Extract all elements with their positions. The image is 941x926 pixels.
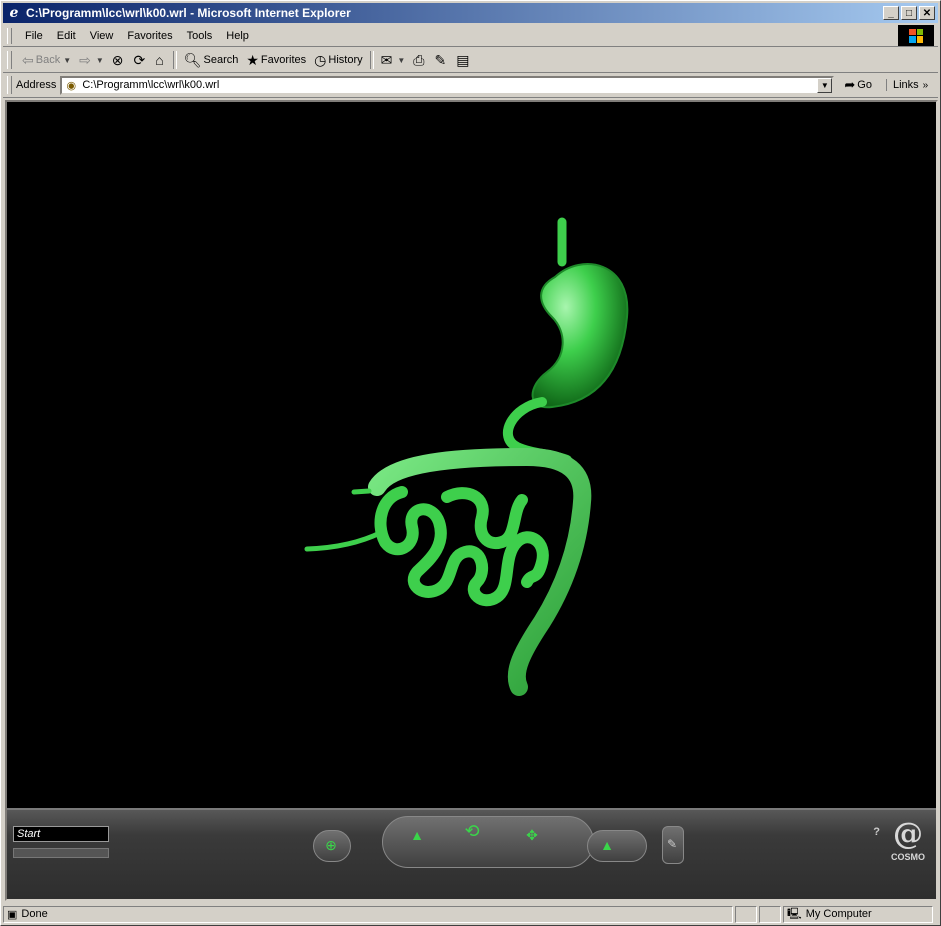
appendix-stub [351,488,372,495]
favorites-button[interactable]: ★ Favorites [242,49,310,71]
history-button[interactable]: ◷ History [310,49,366,71]
search-icon: 🔍︎ [183,51,202,68]
ie-icon: e [9,5,19,21]
minimize-button[interactable]: _ [883,6,899,20]
edit-icon: ✎ [434,51,447,68]
back-label: Back [35,54,61,66]
console-divider [7,808,936,810]
search-label: Search [203,54,239,66]
zoom-icon[interactable]: ▲ [397,822,437,848]
browser-window: e C:\Programm\lcc\wrl\k00.wrl - Microsof… [0,0,941,926]
toolbar-grip[interactable] [7,51,12,69]
pan-icon[interactable]: ✥ [512,822,552,848]
links-label: Links [892,79,919,91]
home-icon: ⌂ [155,52,164,68]
maximize-button[interactable]: □ [901,6,917,20]
home-button[interactable]: ⌂ [151,49,169,71]
menu-favorites[interactable]: Favorites [120,28,179,44]
toolbar-separator [172,51,177,69]
stop-button[interactable]: ⊗ [108,49,130,71]
edit-button[interactable]: ✎ [430,49,452,71]
zone-text: My Computer [805,908,872,920]
window-title: C:\Programm\lcc\wrl\k00.wrl - Microsoft … [26,6,351,20]
refresh-icon: ⟳ [133,51,146,68]
search-button[interactable]: 🔍︎ Search [180,49,243,71]
seek-icon: ⊕ [325,836,337,853]
address-dropdown-icon[interactable]: ▼ [817,77,833,93]
menu-tools[interactable]: Tools [180,28,220,44]
history-icon: ◷ [314,51,327,68]
discuss-button[interactable]: ▤ [452,49,475,71]
forward-arrow-icon: ⇨ [79,51,91,68]
menubar-grip[interactable] [7,27,12,44]
menu-view[interactable]: View [83,28,121,44]
cosmo-swirl-icon: @ [893,817,923,852]
menu-help[interactable]: Help [219,28,256,44]
go-label: Go [857,79,872,91]
addressbar-grip[interactable] [7,76,12,94]
go-arrow-icon: ➦ [844,77,856,92]
menu-file[interactable]: File [18,28,50,44]
toolbar-separator [369,51,374,69]
mail-icon: ✉ [380,51,393,68]
digestive-tract-model [304,217,629,696]
address-input[interactable]: ◉ C:\Programm\lcc\wrl\k00.wrl ▼ [60,75,835,95]
page-status-icon: ▣ [7,908,18,921]
ileum-tail [304,529,385,552]
links-button[interactable]: Links » [885,79,929,91]
viewpoint-nav-bar[interactable] [13,848,109,858]
print-icon: ⎙ [413,51,425,68]
address-label: Address [16,79,57,91]
back-button[interactable]: ⇦ Back ▼ [18,49,75,71]
print-button[interactable]: ⎙ [409,49,430,71]
vrml-file-icon: ◉ [66,79,77,92]
forward-dropdown-icon[interactable]: ▼ [96,56,104,65]
back-arrow-icon: ⇦ [22,51,34,68]
cosmo-logo[interactable]: @ COSMO [884,818,932,878]
status-zone: 🖳 My Computer [783,905,933,923]
menu-edit[interactable]: Edit [50,28,83,44]
go-button[interactable]: ➦ Go [844,77,872,93]
status-text: Done [21,908,48,920]
vrml-3d-scene[interactable] [7,102,936,808]
discuss-icon: ▤ [456,51,470,68]
forward-button[interactable]: ⇨ ▼ [75,49,108,71]
my-computer-icon: 🖳 [787,907,802,920]
status-bar: ▣ Done 🖳 My Computer [3,904,938,924]
tilt-icon[interactable]: ▲ [592,830,622,860]
mail-button[interactable]: ✉ ▼ [377,49,410,71]
favorites-icon: ★ [246,51,259,68]
history-label: History [328,54,363,66]
status-main: ▣ Done [3,905,733,923]
cosmo-player-console: Start ⊕ ▲ ⟲ ✥ ▲ ✎ ? @ COSMO [7,808,936,899]
favorites-label: Favorites [260,54,307,66]
status-pane-empty [735,905,757,923]
viewpoint-list[interactable]: Start [13,826,109,842]
status-pane-empty [759,905,781,923]
title-bar[interactable]: e C:\Programm\lcc\wrl\k00.wrl - Microsof… [3,3,938,23]
rotate-icon[interactable]: ⟲ [447,816,497,846]
cosmo-logo-text: COSMO [890,852,925,862]
back-dropdown-icon[interactable]: ▼ [63,56,71,65]
refresh-button[interactable]: ⟳ [130,49,152,71]
vrml-viewport[interactable]: Start ⊕ ▲ ⟲ ✥ ▲ ✎ ? @ COSMO [5,100,938,901]
address-bar: Address ◉ C:\Programm\lcc\wrl\k00.wrl ▼ … [3,73,938,98]
windows-flag-icon [909,28,923,43]
standard-toolbar: ⇦ Back ▼ ⇨ ▼ ⊗ ⟳ ⌂ 🔍︎ Search ★ Favorites… [3,48,938,73]
stomach [531,263,629,409]
straighten-icon: ✎ [666,837,678,851]
address-value[interactable]: C:\Programm\lcc\wrl\k00.wrl [82,79,219,91]
windows-logo [898,25,934,46]
close-button[interactable]: ✕ [919,6,935,20]
help-button[interactable]: ? [873,826,880,838]
links-chevron-icon: » [922,79,929,91]
mail-dropdown-icon[interactable]: ▼ [397,56,405,65]
stop-icon: ⊗ [111,51,124,68]
jejunum-loop [441,487,528,550]
menu-bar: File Edit View Favorites Tools Help [3,25,938,47]
